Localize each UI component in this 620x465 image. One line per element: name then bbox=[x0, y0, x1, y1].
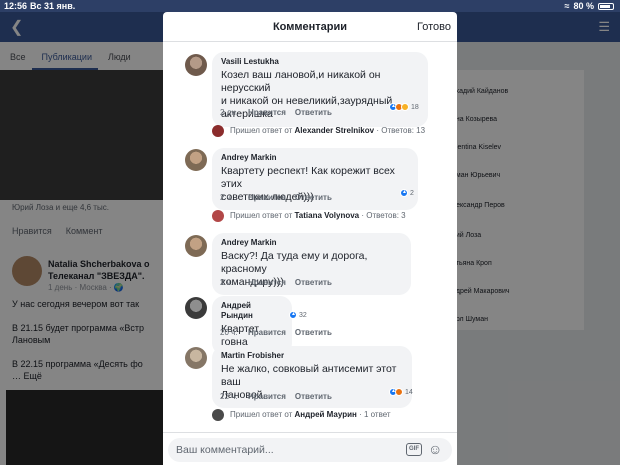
comment-meta: 2 дн. Нравится Ответить bbox=[220, 108, 341, 117]
reaction-summary[interactable]: 18 bbox=[389, 103, 419, 111]
comment-time: 2 дн. bbox=[220, 108, 238, 117]
comment-time: 2 ч. bbox=[220, 193, 234, 202]
reply-button[interactable]: Ответить bbox=[295, 328, 332, 337]
avatar[interactable] bbox=[185, 297, 207, 319]
replies-count: · Ответов: 13 bbox=[376, 126, 426, 135]
wifi-icon: ≈ bbox=[564, 1, 570, 11]
like-reaction-icon bbox=[400, 189, 408, 197]
replies-link[interactable]: Пришел ответ от Tatiana Volynova · Ответ… bbox=[230, 211, 406, 220]
replies-prefix: Пришел ответ от bbox=[230, 126, 293, 135]
like-button[interactable]: Нравится bbox=[248, 108, 286, 117]
reaction-count: 2 bbox=[410, 189, 414, 197]
reply-author[interactable]: Tatiana Volynova bbox=[295, 211, 360, 220]
status-date: Вс 31 янв. bbox=[30, 1, 76, 11]
comment-meta: 2 ч. Нравится Ответить bbox=[220, 193, 341, 202]
comment-author[interactable]: Vasili Lestukha bbox=[221, 57, 419, 67]
reply-button[interactable]: Ответить bbox=[295, 278, 332, 287]
battery-percent: 80 % bbox=[573, 1, 594, 11]
status-time: 12:56 bbox=[4, 1, 28, 11]
reaction-summary[interactable]: 32 bbox=[289, 311, 307, 319]
battery-level bbox=[600, 4, 610, 8]
comment-meta: 2 ч. Нравится Ответить bbox=[220, 278, 341, 287]
comment-input[interactable] bbox=[176, 440, 396, 460]
reaction-count: 14 bbox=[405, 388, 413, 396]
avatar[interactable] bbox=[212, 210, 224, 222]
reaction-count: 32 bbox=[299, 311, 307, 319]
comment-meta: 20 ч. Нравится Ответить bbox=[220, 328, 341, 337]
replies-link[interactable]: Пришел ответ от Alexander Strelnikov · О… bbox=[230, 126, 425, 135]
gif-icon[interactable]: GIF bbox=[406, 443, 422, 456]
comment-composer: GIF ☺ bbox=[163, 432, 457, 465]
like-reaction-icon bbox=[289, 311, 297, 319]
avatar[interactable] bbox=[185, 347, 207, 369]
avatar[interactable] bbox=[212, 409, 224, 421]
status-bar: 12:56 Вс 31 янв. ≈ 80 % bbox=[0, 0, 620, 12]
avatar[interactable] bbox=[185, 149, 207, 171]
haha-reaction-icon bbox=[401, 103, 409, 111]
replies-count: · 1 ответ bbox=[359, 410, 391, 419]
emoji-icon[interactable]: ☺ bbox=[428, 441, 442, 457]
comment-author[interactable]: Andrey Markin bbox=[221, 238, 402, 248]
comment-meta: 22 ч. Нравится Ответить bbox=[220, 392, 341, 401]
reply-author[interactable]: Андрей Маурин bbox=[295, 410, 357, 419]
avatar[interactable] bbox=[212, 125, 224, 137]
reply-button[interactable]: Ответить bbox=[295, 108, 332, 117]
battery-icon bbox=[598, 2, 614, 10]
like-button[interactable]: Нравится bbox=[248, 328, 286, 337]
comment-author[interactable]: Andrey Markin bbox=[221, 153, 409, 163]
comment-author[interactable]: Martin Frobisher bbox=[221, 351, 403, 361]
like-button[interactable]: Нравится bbox=[248, 193, 286, 202]
replies-prefix: Пришел ответ от bbox=[230, 211, 293, 220]
replies-prefix: Пришел ответ от bbox=[230, 410, 293, 419]
reply-author[interactable]: Alexander Strelnikov bbox=[295, 126, 375, 135]
page-title: Комментарии bbox=[272, 21, 348, 33]
reaction-summary[interactable]: 14 bbox=[389, 388, 413, 396]
avatar[interactable] bbox=[185, 54, 207, 76]
comment-time: 20 ч. bbox=[220, 328, 238, 337]
comments-sheet: Комментарии Готово Vasili Lestukha Козел… bbox=[163, 12, 457, 465]
sheet-header: Комментарии Готово bbox=[163, 12, 457, 42]
reaction-count: 18 bbox=[411, 103, 419, 111]
avatar[interactable] bbox=[185, 235, 207, 257]
angry-reaction-icon bbox=[395, 388, 403, 396]
comment-time: 2 ч. bbox=[220, 278, 234, 287]
comment-time: 22 ч. bbox=[220, 392, 238, 401]
like-button[interactable]: Нравится bbox=[248, 392, 286, 401]
done-button[interactable]: Готово bbox=[417, 21, 451, 33]
reply-button[interactable]: Ответить bbox=[295, 392, 332, 401]
replies-link[interactable]: Пришел ответ от Андрей Маурин · 1 ответ bbox=[230, 410, 391, 419]
replies-count: · Ответов: 3 bbox=[361, 211, 406, 220]
reaction-summary[interactable]: 2 bbox=[400, 189, 414, 197]
comment-author[interactable]: Андрей Рындин bbox=[221, 301, 283, 321]
comment-input-container[interactable]: GIF ☺ bbox=[168, 438, 452, 462]
reply-button[interactable]: Ответить bbox=[295, 193, 332, 202]
like-button[interactable]: Нравится bbox=[248, 278, 286, 287]
status-right: ≈ 80 % bbox=[565, 1, 614, 11]
